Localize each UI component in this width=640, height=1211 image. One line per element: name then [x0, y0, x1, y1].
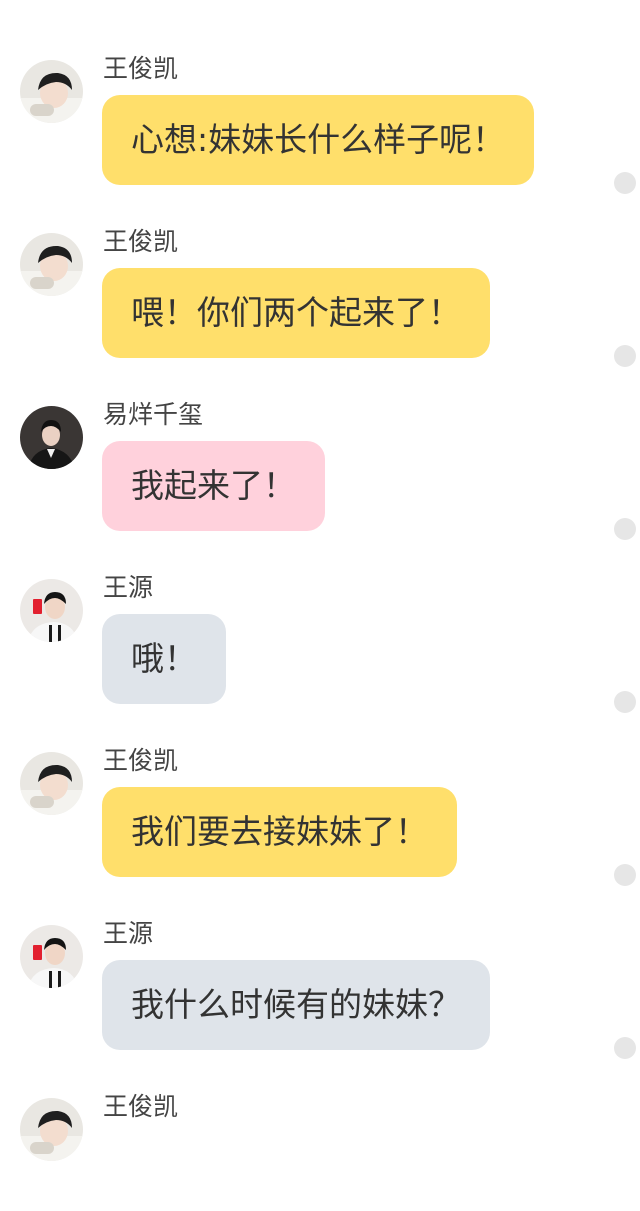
chat-message: 王俊凯 — [0, 1038, 640, 1211]
message-bubble[interactable]: 哦！ — [102, 614, 226, 704]
chat-message-list[interactable]: 王俊凯 心想:妹妹长什么样子呢！ 王俊凯 喂！你们两个起来了！ 易烊千玺 我起来… — [0, 0, 640, 1161]
message-bubble[interactable]: 喂！你们两个起来了！ — [102, 268, 490, 358]
sender-name: 易烊千玺 — [103, 400, 204, 429]
sender-name: 王俊凯 — [103, 746, 179, 775]
message-bubble[interactable]: 我什么时候有的妹妹？ — [102, 960, 490, 1050]
sender-name: 王源 — [103, 919, 154, 948]
chat-message: 王俊凯 喂！你们两个起来了！ — [0, 173, 640, 367]
boy-lying-avatar-icon[interactable] — [20, 60, 83, 123]
boy-lying-avatar-icon[interactable] — [20, 752, 83, 815]
chat-message: 王源 哦！ — [0, 519, 640, 713]
chat-message: 王俊凯 心想:妹妹长什么样子呢！ — [0, 0, 640, 194]
sender-name: 王俊凯 — [103, 227, 179, 256]
sender-name: 王源 — [103, 573, 154, 602]
boy-red-envelope-avatar-icon[interactable] — [20, 579, 83, 642]
boy-red-envelope-avatar-icon[interactable] — [20, 925, 83, 988]
boy-lying-avatar-icon[interactable] — [20, 233, 83, 296]
boy-lying-avatar-icon[interactable] — [20, 1098, 83, 1161]
message-bubble[interactable]: 心想:妹妹长什么样子呢！ — [102, 95, 535, 185]
chat-message: 易烊千玺 我起来了！ — [0, 346, 640, 540]
message-bubble[interactable]: 我起来了！ — [102, 441, 325, 531]
sender-name: 王俊凯 — [103, 1092, 179, 1121]
boy-suit-avatar-icon[interactable] — [20, 406, 83, 469]
sender-name: 王俊凯 — [103, 54, 179, 83]
message-bubble[interactable]: 我们要去接妹妹了！ — [102, 787, 457, 877]
chat-message: 王源 我什么时候有的妹妹？ — [0, 865, 640, 1059]
chat-message: 王俊凯 我们要去接妹妹了！ — [0, 692, 640, 886]
